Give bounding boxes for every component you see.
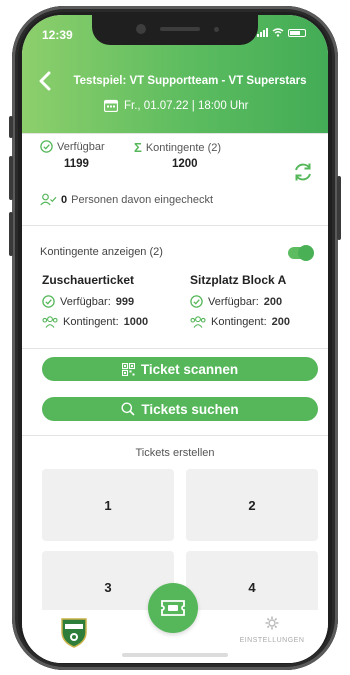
check-circle-icon: [190, 295, 203, 308]
available-stat: Verfügbar: [40, 140, 105, 153]
quota-stat: Σ Kontingente (2): [134, 140, 221, 155]
quota-total-label: Kontingent:: [63, 316, 119, 328]
ticket-tile-2[interactable]: 2: [186, 469, 318, 541]
divider: [22, 348, 328, 349]
check-circle-icon: [42, 295, 55, 308]
home-indicator[interactable]: [122, 653, 228, 657]
group-icon: [42, 316, 58, 328]
divider: [22, 435, 328, 436]
event-title: Testspiel: VT Supportteam - VT Superstar…: [73, 75, 307, 87]
check-circle-icon: [40, 140, 53, 153]
event-header: 12:39 Testspiel: VT Supportteam - VT Sup…: [22, 15, 328, 133]
divider: [22, 133, 328, 134]
quota-card: Zuschauerticket Verfügbar: 999 Kontingen…: [42, 273, 182, 328]
power-button: [337, 176, 341, 240]
divider: [22, 225, 328, 226]
mute-switch: [9, 116, 13, 138]
battery-icon: [288, 28, 306, 37]
quota-toggle-label: Kontingente anzeigen (2): [40, 246, 163, 258]
scan-ticket-button[interactable]: Ticket scannen: [42, 357, 318, 381]
quota-available-label: Verfügbar:: [208, 295, 259, 308]
create-tickets-label: Tickets erstellen: [135, 447, 215, 459]
quota-total-line: Kontingent: 1000: [42, 316, 182, 328]
signal-icon: [257, 28, 268, 37]
club-crest-icon[interactable]: [60, 616, 88, 648]
refresh-icon[interactable]: [292, 161, 314, 183]
app-screen: 12:39 Testspiel: VT Supportteam - VT Sup…: [22, 15, 328, 663]
quota-toggle-switch[interactable]: [288, 245, 314, 261]
tab-settings-label: EINSTELLUNGEN: [239, 637, 305, 644]
event-datetime: Fr., 01.07.22 | 18:00 Uhr: [104, 99, 248, 112]
quota-value: 1200: [172, 158, 198, 170]
ticket-fab-button[interactable]: [148, 583, 198, 633]
search-tickets-label: Tickets suchen: [141, 401, 239, 417]
checked-in-count: 0: [61, 193, 68, 206]
gear-icon: [265, 616, 279, 630]
quota-label: Kontingente (2): [145, 141, 222, 154]
ticket-tile-1[interactable]: 1: [42, 469, 174, 541]
quota-available-line: Verfügbar: 200: [190, 295, 328, 308]
quota-available-label: Verfügbar:: [60, 295, 111, 308]
notch: [92, 15, 258, 45]
tab-settings[interactable]: EINSTELLUNGEN: [238, 616, 306, 644]
quota-total-value: 1000: [123, 316, 149, 328]
search-tickets-button[interactable]: Tickets suchen: [42, 397, 318, 421]
search-icon: [121, 402, 135, 416]
sum-icon: Σ: [134, 140, 142, 155]
quota-card: Sitzplatz Block A Verfügbar: 200 Konting…: [190, 273, 328, 328]
scan-ticket-label: Ticket scannen: [140, 361, 239, 377]
back-arrow-icon[interactable]: [38, 71, 52, 91]
calendar-icon: [104, 99, 118, 112]
event-datetime-text: Fr., 01.07.22 | 18:00 Uhr: [124, 99, 249, 112]
volume-up-button: [9, 156, 13, 200]
quota-available-value: 999: [115, 295, 135, 308]
checked-in-stat: 0 Personen davon eingecheckt: [40, 193, 213, 206]
status-time: 12:39: [42, 28, 73, 42]
ticket-icon: [161, 600, 185, 616]
quota-available-line: Verfügbar: 999: [42, 295, 182, 308]
quota-total-value: 200: [271, 316, 291, 328]
quota-name: Zuschauerticket: [42, 273, 135, 287]
group-icon: [190, 316, 206, 328]
qr-code-icon: [121, 362, 135, 376]
available-label: Verfügbar: [57, 140, 105, 153]
quota-name: Sitzplatz Block A: [190, 273, 287, 287]
quota-total-label: Kontingent:: [211, 316, 267, 328]
user-check-icon: [40, 193, 57, 206]
quota-toggle-row: Kontingente anzeigen (2): [40, 243, 314, 263]
volume-down-button: [9, 212, 13, 256]
checked-in-text: Personen davon eingecheckt: [71, 193, 214, 206]
wifi-icon: [272, 28, 284, 37]
quota-total-line: Kontingent: 200: [190, 316, 328, 328]
status-icons: [257, 28, 306, 37]
quota-available-value: 200: [263, 295, 283, 308]
available-value: 1199: [64, 158, 89, 170]
